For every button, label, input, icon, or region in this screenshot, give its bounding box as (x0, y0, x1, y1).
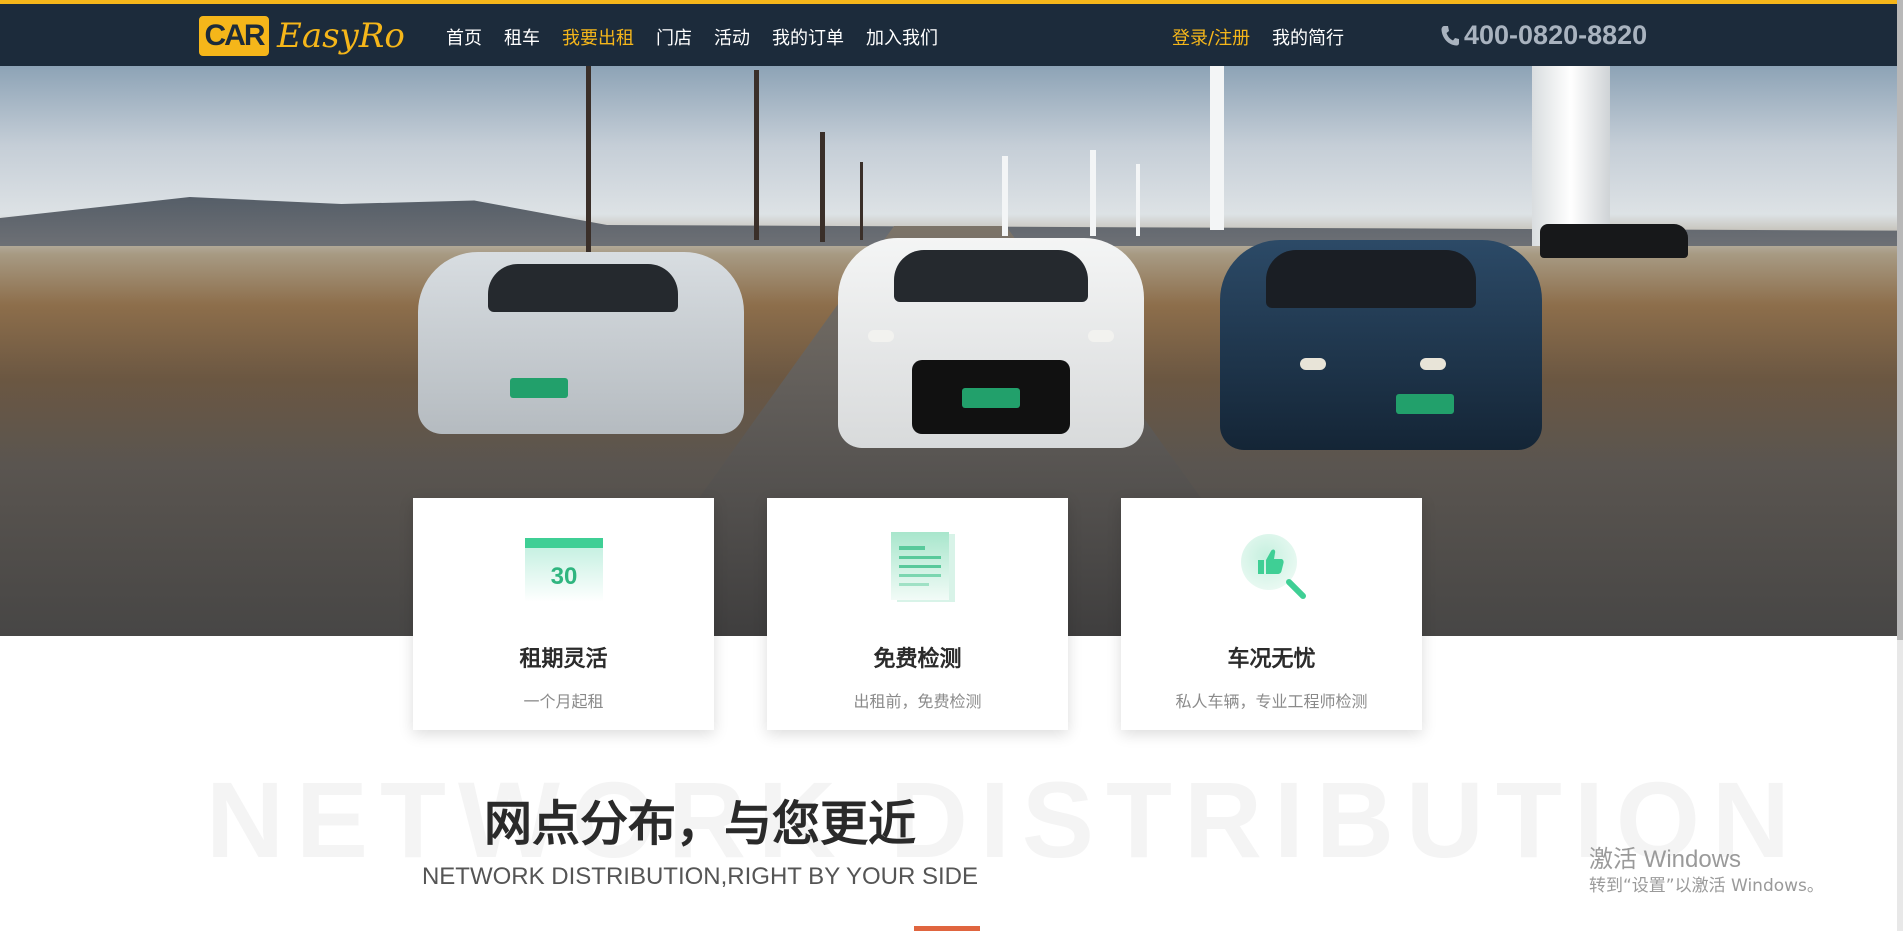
nav-item-stores[interactable]: 门店 (656, 26, 692, 52)
feature-subtitle: 私人车辆，专业工程师检测 (1175, 692, 1368, 711)
page-scrollbar-thumb[interactable] (1897, 0, 1903, 640)
section-subtitle: NETWORK DISTRIBUTION,RIGHT BY YOUR SIDE (421, 863, 979, 890)
nav-item-events[interactable]: 活动 (714, 26, 750, 52)
feature-subtitle: 一个月起租 (523, 692, 604, 711)
hero-pole (754, 70, 759, 240)
windows-activation-title: 激活 Windows (1589, 846, 1742, 873)
nav-item-list-car[interactable]: 我要出租 (562, 26, 634, 52)
nav-item-rent-car[interactable]: 租车 (504, 26, 540, 52)
feature-card-free-inspection: 免费检测 出租前，免费检测 (767, 498, 1068, 730)
svg-text:30: 30 (551, 563, 578, 590)
brand-logo[interactable]: CAR EasyRo (199, 16, 405, 56)
document-icon (891, 532, 955, 602)
feature-title: 车况无忧 (1227, 647, 1316, 672)
hero-pickup-truck (1540, 224, 1688, 258)
hero-pole (860, 162, 863, 240)
section-underline (914, 926, 980, 931)
hero-turbine (1210, 66, 1224, 230)
feature-card-flexible-term: 30 租期灵活 一个月起租 (413, 498, 714, 730)
login-register-link[interactable]: 登录/注册 (1172, 26, 1250, 52)
feature-subtitle: 出租前，免费检测 (853, 692, 982, 711)
my-account-link[interactable]: 我的简行 (1272, 26, 1344, 52)
logo-wordmark: EasyRo (277, 16, 405, 56)
hero-car-silver (418, 252, 744, 434)
nav-item-my-orders[interactable]: 我的订单 (772, 26, 844, 52)
nav-item-join-us[interactable]: 加入我们 (866, 26, 938, 52)
hero-turbine (1002, 156, 1008, 236)
top-navigation-bar: CAR EasyRo 首页 租车 我要出租 门店 活动 我的订单 加入我们 登录… (0, 0, 1903, 66)
hero-turbine (1090, 150, 1096, 236)
hero-pole (586, 66, 591, 256)
feature-title: 免费检测 (873, 647, 962, 672)
hero-turbine (1136, 164, 1140, 236)
nav-item-home[interactable]: 首页 (446, 26, 482, 52)
hotline: 400-0820-8820 (1440, 20, 1647, 51)
calendar-icon: 30 (525, 538, 603, 602)
feature-cards: 30 租期灵活 一个月起租 免费检测 出租前，免费检测 车况无忧 私人车辆，专业… (413, 498, 1422, 730)
section-title: 网点分布，与您更近 (483, 796, 916, 852)
hero-wind-tower (1532, 66, 1610, 246)
feature-title: 租期灵活 (519, 647, 608, 672)
windows-activation-hint: 转到“设置”以激活 Windows。 (1589, 876, 1824, 896)
hero-car-white (838, 238, 1144, 448)
main-nav: 首页 租车 我要出租 门店 活动 我的订单 加入我们 (446, 26, 960, 52)
hero-car-blue (1220, 240, 1542, 450)
logo-badge: CAR (199, 16, 269, 56)
thumbs-up-search-icon (1241, 534, 1306, 599)
hero-pole (820, 132, 825, 242)
feature-card-worry-free: 车况无忧 私人车辆，专业工程师检测 (1121, 498, 1422, 730)
phone-icon (1441, 25, 1459, 45)
phone-number: 400-0820-8820 (1464, 20, 1648, 50)
